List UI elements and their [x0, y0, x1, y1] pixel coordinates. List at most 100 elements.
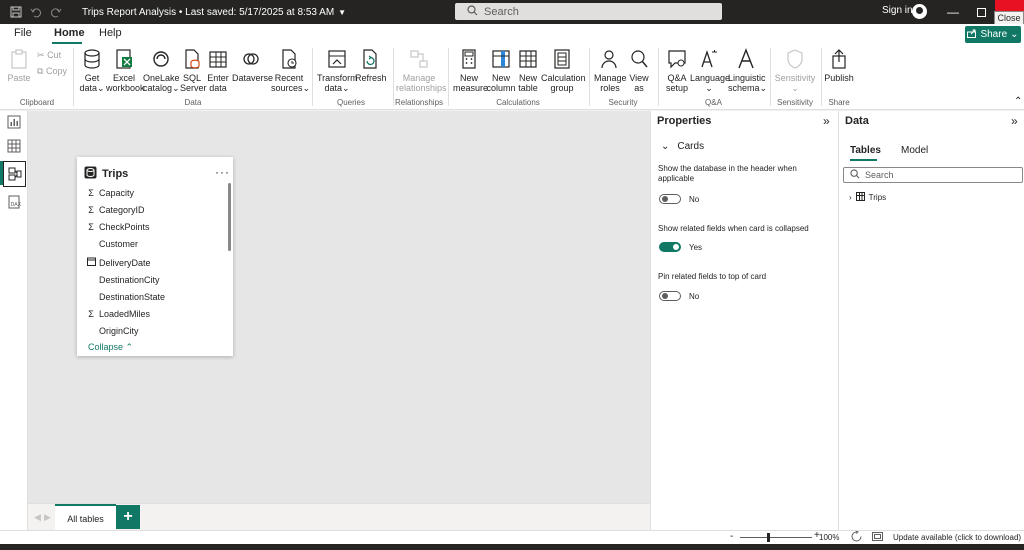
new-table-button[interactable]: New table	[517, 48, 539, 93]
last-saved: Last saved: 5/17/2025 at 8:53 AM	[185, 6, 335, 18]
properties-title: Properties	[657, 115, 712, 127]
manage-roles-button[interactable]: Manage roles	[594, 48, 627, 93]
table-card-trips[interactable]: Trips ··· Σ Capacity Σ CategoryID Σ CheckPo…	[77, 157, 233, 356]
zoom-out-button[interactable]: -	[730, 531, 733, 542]
table-view-icon[interactable]	[4, 135, 24, 157]
qa-setup-button[interactable]: Q&A setup	[663, 48, 691, 93]
report-view-icon[interactable]	[4, 111, 24, 133]
sensitivity-button[interactable]: Sensitivity ⌄	[774, 48, 816, 93]
tab-home[interactable]: Home	[54, 27, 85, 39]
data-search-input[interactable]: Search	[843, 167, 1023, 183]
tab-all-tables[interactable]: All tables	[55, 504, 116, 531]
field-item[interactable]: Σ LoadedMiles	[86, 309, 150, 319]
avatar-icon[interactable]	[912, 4, 927, 19]
prev-tab-icon[interactable]: ◀	[34, 512, 41, 523]
card-scrollbar[interactable]	[228, 183, 231, 251]
minimize-icon[interactable]: —	[939, 0, 967, 24]
field-item[interactable]: OriginCity	[86, 326, 139, 336]
enter-data-button[interactable]: Enter data	[206, 48, 230, 93]
expand-pane-icon[interactable]: »	[1011, 114, 1018, 128]
publish-button[interactable]: Publish	[824, 48, 854, 83]
manage-relationships-button[interactable]: Manage relationships	[396, 48, 447, 93]
field-item[interactable]: DestinationState	[86, 292, 165, 302]
dax-query-view-icon[interactable]: DAX	[4, 191, 24, 213]
group-label-clipboard: Clipboard	[19, 98, 55, 107]
title-chevron-down-icon[interactable]: ▼	[338, 8, 346, 17]
toggle-show-related-fields[interactable]	[659, 242, 681, 252]
toggle-value: Yes	[689, 243, 703, 252]
field-item[interactable]: Σ CategoryID	[86, 205, 144, 215]
language-icon	[701, 49, 717, 68]
more-options-icon[interactable]: ···	[215, 165, 230, 179]
update-available-link[interactable]: Update available (click to download)	[893, 533, 1021, 542]
fit-to-screen-icon[interactable]	[851, 530, 862, 545]
add-layout-button[interactable]: +	[116, 505, 140, 529]
recent-sources-button[interactable]: Recent sources⌄	[271, 48, 310, 93]
dataverse-button[interactable]: Dataverse	[232, 48, 273, 83]
copy-button[interactable]: ⧉ Copy	[37, 66, 67, 77]
ribbon-collapse-chevron-up-icon[interactable]: ⌃	[1014, 96, 1022, 107]
new-column-button[interactable]: New column	[486, 48, 516, 93]
tab-file[interactable]: File	[14, 27, 32, 39]
data-pane: Data » Tables Model Search › Trips	[838, 111, 1024, 530]
cut-button[interactable]: ✂ Cut	[37, 50, 61, 61]
group-divider	[448, 48, 449, 106]
toggle-show-database[interactable]	[659, 194, 681, 204]
sigma-icon: Σ	[88, 222, 94, 232]
tab-model[interactable]: Model	[901, 145, 928, 156]
calculator-icon	[462, 49, 476, 69]
database-icon	[84, 166, 97, 179]
card-header[interactable]: Trips ···	[77, 157, 233, 183]
field-item[interactable]: DeliveryDate	[86, 257, 151, 268]
model-view-icon[interactable]	[3, 161, 26, 187]
window-title[interactable]: Trips Report Analysis • Last saved: 5/17…	[82, 7, 334, 18]
calculation-group-button[interactable]: Calculation group	[541, 48, 586, 93]
excel-icon	[116, 49, 132, 69]
group-label-relationships: Relationships	[395, 98, 444, 107]
toggle-value: No	[689, 292, 700, 301]
tab-help[interactable]: Help	[99, 27, 122, 39]
excel-workbook-button[interactable]: Excel workbook	[106, 48, 145, 93]
maximize-icon[interactable]	[967, 0, 995, 24]
cards-section-header[interactable]: ⌄ Cards	[661, 141, 704, 152]
undo-icon[interactable]	[28, 4, 44, 20]
view-as-button[interactable]: View as	[628, 48, 650, 93]
scissors-icon: ✂	[37, 50, 45, 60]
fullscreen-icon[interactable]	[872, 532, 883, 544]
field-item[interactable]: Σ Capacity	[86, 188, 134, 198]
toggle-pin-related-fields[interactable]	[659, 291, 681, 301]
onelake-catalog-button[interactable]: OneLake catalog⌄	[143, 48, 180, 93]
redo-icon[interactable]	[48, 4, 64, 20]
share-button[interactable]: Share ⌄	[965, 26, 1021, 43]
table-grid-icon	[209, 51, 227, 68]
field-item[interactable]: Σ CheckPoints	[86, 222, 149, 232]
next-tab-icon[interactable]: ▶	[44, 512, 51, 523]
refresh-button[interactable]: Refresh	[355, 48, 387, 83]
language-button[interactable]: Language ⌄	[690, 48, 730, 93]
linguistic-schema-button[interactable]: Linguistic schema⌄	[728, 48, 767, 93]
field-item[interactable]: DestinationCity	[86, 275, 160, 285]
get-data-button[interactable]: Get data⌄	[78, 48, 106, 93]
sql-server-button[interactable]: SQL Server	[180, 48, 207, 93]
manage-roles-icon	[601, 50, 617, 69]
paste-button[interactable]: Paste	[6, 48, 32, 83]
sign-in-link[interactable]: Sign in	[882, 5, 913, 16]
tree-item-trips[interactable]: › Trips	[849, 192, 886, 203]
save-icon[interactable]	[8, 4, 24, 20]
zoom-slider[interactable]	[740, 537, 812, 538]
group-divider	[393, 48, 394, 106]
zoom-level: 100%	[819, 533, 840, 542]
field-item[interactable]: Customer	[86, 239, 138, 249]
title-search-box[interactable]: Search	[455, 3, 722, 20]
collapse-link[interactable]: Collapse ⌃	[88, 342, 133, 353]
zoom-slider-thumb[interactable]	[767, 533, 770, 542]
tab-tables[interactable]: Tables	[850, 145, 881, 156]
table-icon	[855, 192, 865, 203]
expand-pane-icon[interactable]: »	[823, 114, 830, 128]
chevron-down-icon: ⌄	[1010, 29, 1019, 40]
transform-icon	[328, 50, 346, 68]
new-measure-button[interactable]: New measure	[453, 48, 488, 93]
chevron-down-icon: ⌄	[661, 141, 670, 152]
group-label-share: Share	[828, 98, 850, 107]
transform-data-button[interactable]: Transform data⌄	[317, 48, 358, 93]
